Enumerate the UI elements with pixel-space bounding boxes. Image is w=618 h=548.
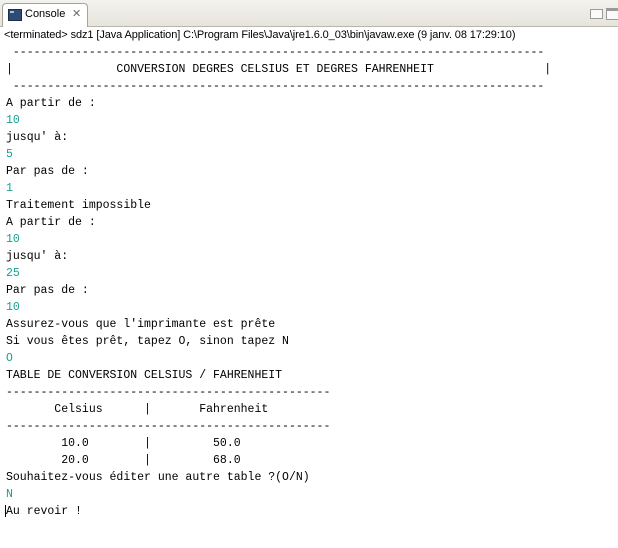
console-view-tabbar: Console ✕ [0,0,618,27]
minimize-button[interactable] [590,9,603,19]
console-output-line: Souhaitez-vous éditer une autre table ?(… [6,471,310,484]
console-icon [8,9,22,21]
console-input-line: 25 [6,267,20,280]
console-output-line: TABLE DE CONVERSION CELSIUS / FAHRENHEIT [6,369,283,382]
console-input-line: 10 [6,233,20,246]
console-output-line: jusqu' à: [6,250,69,263]
console-input-line: 1 [6,182,13,195]
console-input-line: N [6,488,13,501]
console-output-line: 10.0 | 50.0 [6,437,241,450]
console-output-line: A partir de : [6,216,96,229]
tab-console[interactable]: Console ✕ [2,3,88,27]
console-input-line: O [6,352,13,365]
console-input-line: 10 [6,114,20,127]
console-output-line: Au revoir ! [6,505,82,518]
console-output-line: Celsius | Fahrenheit [6,403,269,416]
text-caret [5,505,6,517]
console-output-line: ----------------------------------------… [6,80,545,93]
console-output-line: A partir de : [6,97,96,110]
console-output-line: ----------------------------------------… [6,386,331,399]
console-output[interactable]: ----------------------------------------… [6,44,551,520]
console-input-line: 10 [6,301,20,314]
console-output-line: | CONVERSION DEGRES CELSIUS ET DEGRES FA… [6,63,552,76]
console-input-line: 5 [6,148,13,161]
close-icon[interactable]: ✕ [72,7,81,20]
console-output-line: ----------------------------------------… [6,46,545,59]
console-output-line: Par pas de : [6,284,89,297]
console-status-line: <terminated> sdz1 [Java Application] C:\… [4,29,516,41]
console-output-line: 20.0 | 68.0 [6,454,241,467]
console-output-line: Par pas de : [6,165,89,178]
console-output-line: ----------------------------------------… [6,420,331,433]
console-output-line: Si vous êtes prêt, tapez O, sinon tapez … [6,335,289,348]
maximize-button[interactable] [606,8,618,20]
tab-console-label: Console [25,8,66,20]
console-output-line: Traitement impossible [6,199,151,212]
console-output-line: jusqu' à: [6,131,69,144]
console-output-line: Assurez-vous que l'imprimante est prête [6,318,276,331]
